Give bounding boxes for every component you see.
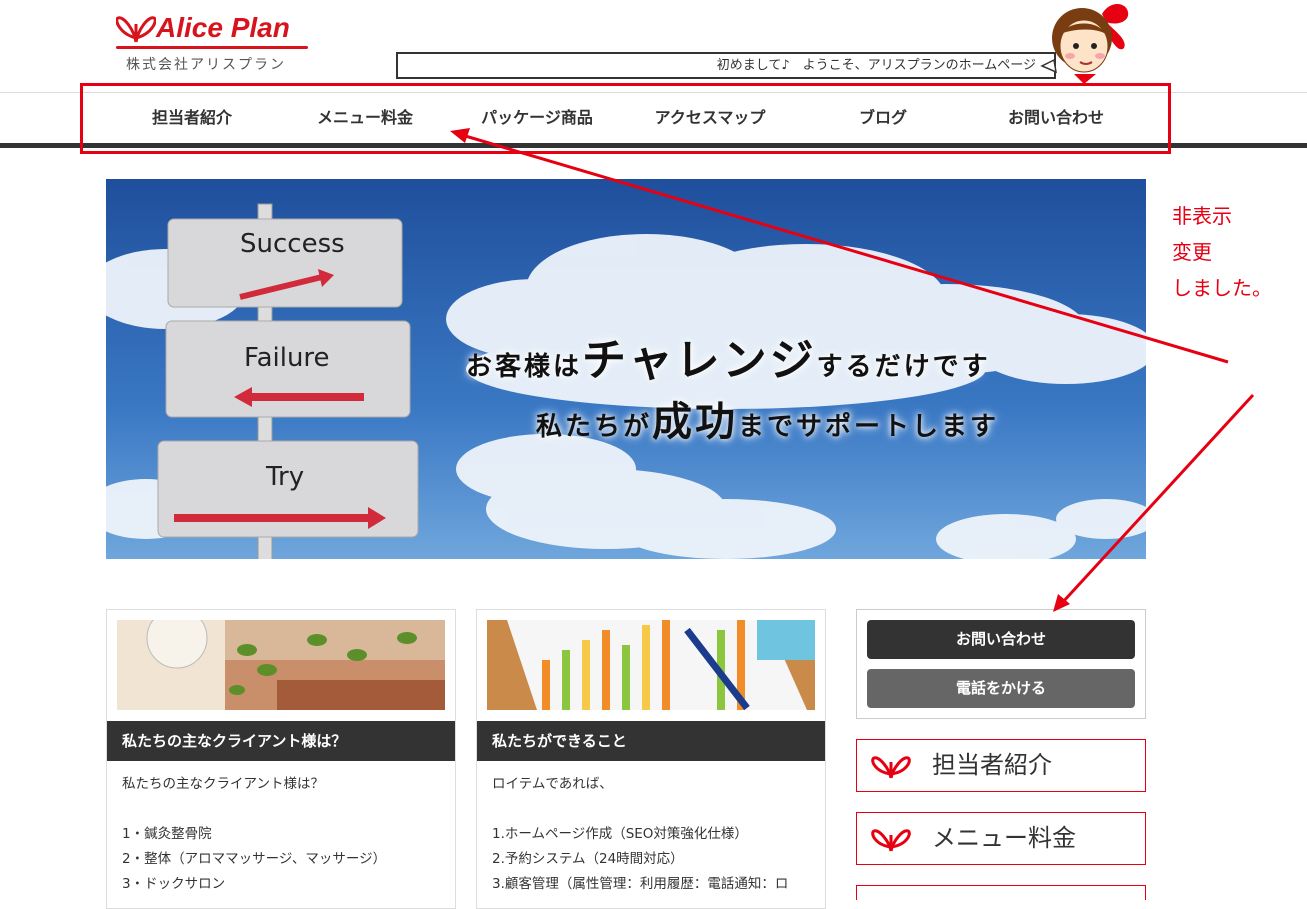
clients-card-title: 私たちの主なクライアント様は？: [107, 721, 455, 761]
list-item: 3・ドックサロン: [122, 876, 226, 892]
list-item: 2.予約システム（24時間対応）: [492, 851, 684, 867]
services-card: 私たちができること ロイテムであれば、 1.ホームページ作成（SEO対策強化仕様…: [476, 609, 826, 909]
sidebar-contact-box: お問い合わせ 電話をかける: [856, 609, 1146, 719]
logo-brand-text: Alice Plan: [156, 12, 290, 43]
sidebar-link-partial[interactable]: [856, 885, 1146, 900]
list-item: [122, 797, 447, 822]
hero-tagline-2a: 私たちが: [536, 412, 653, 442]
hero-banner: Success Failure Try お客様はチャレンジするだけです 私たちが…: [106, 179, 1146, 559]
call-button[interactable]: 電話をかける: [867, 669, 1135, 708]
welcome-ticker: 初めまして♪ ようこそ、アリスプランのホームページ: [396, 52, 1056, 79]
leaf-logo-icon: [871, 829, 911, 852]
hero-tagline-2-emphasis: 成功: [652, 398, 739, 445]
clients-card-image: [117, 620, 445, 710]
contact-button[interactable]: お問い合わせ: [867, 620, 1135, 659]
list-item: 3.顧客管理（属性管理：利用履歴：電話通知：ロ: [492, 876, 789, 892]
annotation-line: 非表示: [1172, 204, 1232, 228]
annotation-line: 変更: [1172, 240, 1212, 264]
leaf-logo-icon: [871, 756, 911, 779]
hero-tagline-2: 私たちが成功までサポートします: [536, 389, 999, 447]
clients-card: 私たちの主なクライアント様は？ 私たちの主なクライアント様は？ 1・鍼灸整骨院 …: [106, 609, 456, 909]
hero-tagline-2b: までサポートします: [738, 412, 1000, 442]
sidebar-link-staff[interactable]: 担当者紹介: [856, 739, 1146, 792]
list-item: 1・鍼灸整骨院: [122, 826, 212, 842]
girl-mascot-icon: [1040, 4, 1129, 84]
sign-try-label: Try: [266, 462, 305, 492]
leaf-logo-icon: [116, 16, 156, 43]
sidebar-link-menu-price[interactable]: メニュー料金: [856, 812, 1146, 865]
services-card-image: [487, 620, 815, 710]
hero-tagline-1: お客様はチャレンジするだけです: [466, 324, 991, 388]
list-item: [492, 797, 817, 822]
sign-success-label: Success: [240, 229, 345, 259]
services-card-body: ロイテムであれば、 1.ホームページ作成（SEO対策強化仕様） 2.予約システム…: [492, 772, 817, 897]
list-item: 2・整体（アロママッサージ、マッサージ）: [122, 851, 387, 867]
list-item: 1.ホームページ作成（SEO対策強化仕様）: [492, 826, 748, 842]
list-item: 私たちの主なクライアント様は？: [122, 776, 324, 792]
hero-tagline-1b: するだけです: [816, 352, 991, 382]
logo-underline: [116, 46, 308, 49]
hero-tagline-1a: お客様は: [466, 352, 583, 382]
hero-tagline-1-emphasis: チャレンジ: [582, 335, 817, 386]
annotation-line: しました。: [1172, 276, 1272, 300]
logo-company-name: 株式会社アリスプラン: [126, 57, 286, 73]
sidebar-link-label: 担当者紹介: [932, 751, 1052, 779]
sidebar-link-label: メニュー料金: [932, 824, 1076, 852]
annotation-nav-highlight-box: [80, 83, 1171, 154]
services-card-title: 私たちができること: [477, 721, 825, 761]
clients-card-body: 私たちの主なクライアント様は？ 1・鍼灸整骨院 2・整体（アロママッサージ、マッ…: [122, 772, 447, 897]
annotation-note: 非表示 変更 しました。: [1172, 198, 1272, 306]
sign-failure-label: Failure: [244, 343, 330, 373]
site-logo[interactable]: Alice Plan 株式会社アリスプラン: [116, 10, 316, 74]
list-item: ロイテムであれば、: [492, 776, 613, 792]
